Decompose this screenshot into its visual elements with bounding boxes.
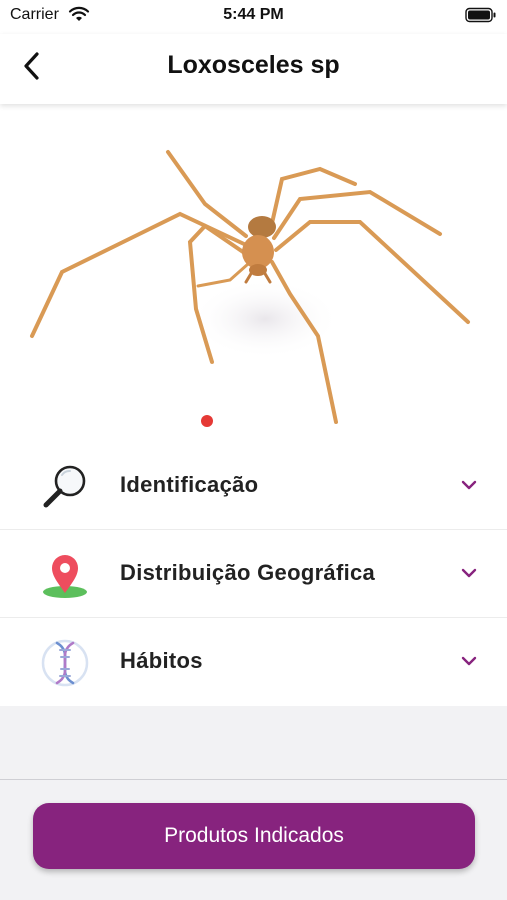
chevron-down-icon	[461, 568, 477, 578]
bottom-action-area: Produtos Indicados	[0, 780, 507, 900]
chevron-down-icon	[461, 480, 477, 490]
section-distribuicao-geografica[interactable]: Distribuição Geográfica	[0, 530, 507, 618]
chevron-left-icon	[24, 52, 39, 80]
section-label: Hábitos	[120, 648, 203, 673]
carousel-page-dot[interactable]	[201, 415, 213, 427]
section-label: Identificação	[120, 472, 259, 497]
navigation-bar: Loxosceles sp	[0, 34, 507, 104]
section-list: Identificação Distribuição Geográfica Há…	[0, 442, 507, 706]
produtos-indicados-button[interactable]: Produtos Indicados	[33, 803, 475, 869]
chevron-down-icon	[461, 656, 477, 666]
clock: 5:44 PM	[223, 6, 284, 23]
status-bar: Carrier 5:44 PM	[0, 0, 507, 34]
section-identificacao[interactable]: Identificação	[0, 442, 507, 530]
page-title: Loxosceles sp	[167, 51, 340, 79]
map-pin-icon	[43, 555, 87, 598]
section-habitos[interactable]: Hábitos	[0, 618, 507, 706]
battery-icon	[465, 7, 496, 23]
magnifier-icon	[43, 465, 86, 508]
dna-icon	[41, 639, 89, 687]
spider-photo	[30, 150, 470, 424]
image-carousel[interactable]	[0, 104, 507, 442]
back-button[interactable]	[14, 48, 50, 84]
section-label: Distribuição Geográfica	[120, 560, 376, 585]
